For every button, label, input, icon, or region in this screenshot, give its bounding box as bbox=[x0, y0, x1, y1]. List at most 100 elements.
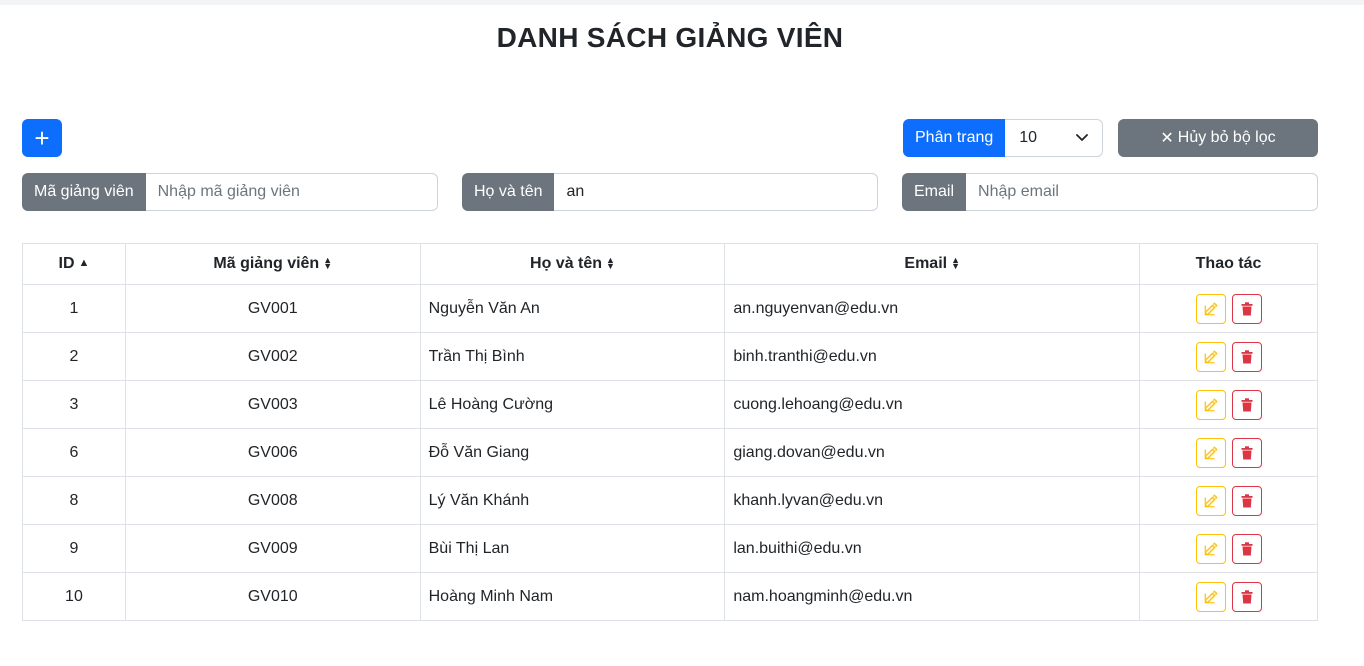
paging-group: Phân trang 10 bbox=[903, 119, 1104, 157]
delete-button[interactable] bbox=[1231, 389, 1262, 420]
cell-id: 2 bbox=[22, 332, 126, 381]
email-input[interactable] bbox=[966, 173, 1318, 211]
sort-up-icon: ▲ bbox=[78, 257, 90, 270]
edit-button[interactable] bbox=[1195, 533, 1226, 564]
header-email[interactable]: Email ▲ ▼ bbox=[724, 243, 1141, 285]
header-actions: Thao tác bbox=[1139, 243, 1318, 285]
trash-icon bbox=[1241, 493, 1253, 508]
trash-icon bbox=[1241, 349, 1253, 364]
cell-actions bbox=[1139, 572, 1318, 621]
edit-button[interactable] bbox=[1195, 389, 1226, 420]
cell-name: Đỗ Văn Giang bbox=[419, 428, 726, 477]
trash-icon bbox=[1241, 397, 1253, 412]
edit-icon bbox=[1204, 302, 1218, 316]
add-lecturer-button[interactable]: + bbox=[22, 119, 62, 157]
table-row: 6 GV006 Đỗ Văn Giang giang.dovan@edu.vn bbox=[22, 428, 1318, 477]
cell-code: GV006 bbox=[124, 428, 421, 477]
header-name[interactable]: Họ và tên ▲ ▼ bbox=[419, 243, 726, 285]
cell-email: nam.hoangminh@edu.vn bbox=[724, 572, 1141, 621]
table-row: 2 GV002 Trần Thị Bình binh.tranthi@edu.vn bbox=[22, 332, 1318, 381]
cell-code: GV002 bbox=[124, 332, 421, 381]
cell-id: 8 bbox=[22, 476, 126, 525]
cell-code: GV003 bbox=[124, 380, 421, 429]
trash-icon bbox=[1241, 301, 1253, 316]
table-header-row: ID ▲ Mã giảng viên ▲ ▼ Họ và tên ▲ ▼ Email ▲ ▼ … bbox=[22, 243, 1318, 285]
edit-button[interactable] bbox=[1195, 437, 1226, 468]
filter-email: Email bbox=[902, 173, 1318, 211]
delete-button[interactable] bbox=[1231, 581, 1262, 612]
cell-email: an.nguyenvan@edu.vn bbox=[724, 284, 1141, 333]
page-size-value: 10 bbox=[1019, 129, 1038, 146]
edit-icon bbox=[1204, 542, 1218, 556]
chevron-down-icon bbox=[1076, 134, 1089, 141]
cell-email: binh.tranthi@edu.vn bbox=[724, 332, 1141, 381]
paging-label: Phân trang bbox=[903, 119, 1006, 157]
cell-name: Trần Thị Bình bbox=[419, 332, 726, 381]
cell-name: Lê Hoàng Cường bbox=[419, 380, 726, 429]
edit-icon bbox=[1204, 494, 1218, 508]
delete-button[interactable] bbox=[1231, 485, 1262, 516]
cell-id: 1 bbox=[22, 284, 126, 333]
lecturer-code-input[interactable] bbox=[145, 173, 438, 211]
sort-icon: ▲ ▼ bbox=[951, 255, 961, 271]
filter-code-label: Mã giảng viên bbox=[22, 173, 146, 211]
trash-icon bbox=[1241, 445, 1253, 460]
edit-icon bbox=[1204, 350, 1218, 364]
table-row: 3 GV003 Lê Hoàng Cường cuong.lehoang@edu.vn bbox=[22, 380, 1318, 429]
cell-id: 6 bbox=[22, 428, 126, 477]
top-strip bbox=[0, 0, 1364, 5]
cell-id: 3 bbox=[22, 380, 126, 429]
cell-code: GV001 bbox=[124, 284, 421, 333]
sort-icon: ▲ ▼ bbox=[323, 255, 333, 271]
cell-actions bbox=[1139, 380, 1318, 429]
filter-name-label: Họ và tên bbox=[462, 173, 555, 211]
cell-id: 9 bbox=[22, 524, 126, 573]
full-name-input[interactable] bbox=[554, 173, 878, 211]
delete-button[interactable] bbox=[1231, 293, 1262, 324]
table-row: 10 GV010 Hoàng Minh Nam nam.hoangminh@edu.v… bbox=[22, 572, 1318, 621]
edit-icon bbox=[1204, 590, 1218, 604]
edit-icon bbox=[1204, 446, 1218, 460]
trash-icon bbox=[1241, 541, 1253, 556]
cell-id: 10 bbox=[22, 572, 126, 621]
cell-actions bbox=[1139, 428, 1318, 477]
trash-icon bbox=[1241, 589, 1253, 604]
page-title: DANH SÁCH GIẢNG VIÊN bbox=[496, 22, 844, 53]
reset-filter-label: Hủy bỏ bộ lọc bbox=[1177, 129, 1276, 146]
cell-code: GV008 bbox=[124, 476, 421, 525]
delete-button[interactable] bbox=[1231, 437, 1262, 468]
cell-name: Hoàng Minh Nam bbox=[419, 572, 726, 621]
edit-button[interactable] bbox=[1195, 293, 1226, 324]
cell-actions bbox=[1139, 476, 1318, 525]
cell-actions bbox=[1139, 524, 1318, 573]
table-row: 8 GV008 Lý Văn Khánh khanh.lyvan@edu.vn bbox=[22, 476, 1318, 525]
cell-name: Lý Văn Khánh bbox=[419, 476, 726, 525]
x-icon: ✕ bbox=[1160, 130, 1174, 147]
edit-button[interactable] bbox=[1195, 341, 1226, 372]
filter-code: Mã giảng viên bbox=[22, 173, 438, 211]
delete-button[interactable] bbox=[1231, 341, 1262, 372]
cell-name: Nguyễn Văn An bbox=[419, 284, 726, 333]
cell-email: khanh.lyvan@edu.vn bbox=[724, 476, 1141, 525]
delete-button[interactable] bbox=[1231, 533, 1262, 564]
cell-email: giang.dovan@edu.vn bbox=[724, 428, 1141, 477]
filter-email-label: Email bbox=[902, 173, 967, 211]
cell-code: GV009 bbox=[124, 524, 421, 573]
header-id[interactable]: ID ▲ bbox=[22, 243, 126, 285]
header-code[interactable]: Mã giảng viên ▲ ▼ bbox=[124, 243, 421, 285]
cell-email: cuong.lehoang@edu.vn bbox=[724, 380, 1141, 429]
edit-button[interactable] bbox=[1195, 581, 1226, 612]
table-row: 9 GV009 Bùi Thị Lan lan.buithi@edu.vn bbox=[22, 524, 1318, 573]
page-size-select[interactable]: 10 bbox=[1005, 119, 1104, 157]
cell-email: lan.buithi@edu.vn bbox=[724, 524, 1141, 573]
edit-button[interactable] bbox=[1195, 485, 1226, 516]
plus-icon: + bbox=[34, 123, 50, 153]
cell-name: Bùi Thị Lan bbox=[419, 524, 726, 573]
cell-actions bbox=[1139, 284, 1318, 333]
lecturer-table: ID ▲ Mã giảng viên ▲ ▼ Họ và tên ▲ ▼ Email ▲ ▼ … bbox=[22, 243, 1318, 621]
cell-code: GV010 bbox=[124, 572, 421, 621]
sort-icon: ▲ ▼ bbox=[606, 255, 615, 271]
reset-filter-button[interactable]: ✕ Hủy bỏ bộ lọc bbox=[1118, 119, 1318, 157]
cell-actions bbox=[1139, 332, 1318, 381]
table-row: 1 GV001 Nguyễn Văn An an.nguyenvan@edu.vn bbox=[22, 284, 1318, 333]
